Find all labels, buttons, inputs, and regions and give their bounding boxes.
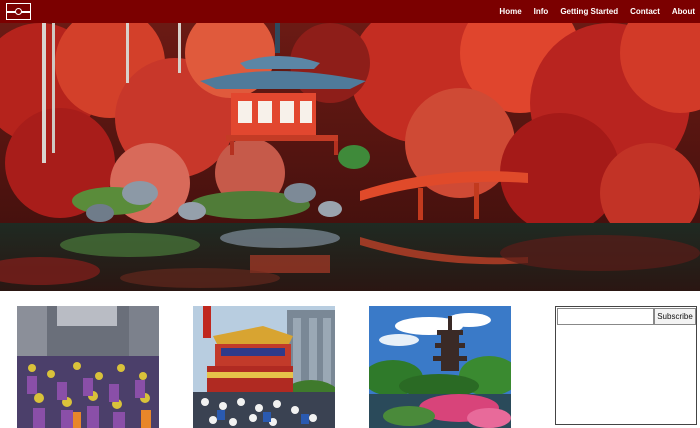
gallery-thumb-pagoda[interactable] xyxy=(369,306,511,428)
nav-about[interactable]: About xyxy=(666,7,700,16)
flag-logo-icon[interactable] xyxy=(6,3,31,20)
gallery-thumb-float[interactable] xyxy=(193,306,335,428)
pagoda-garden-photo xyxy=(369,306,511,428)
subscribe-button[interactable]: Subscribe xyxy=(654,308,696,325)
nav-info[interactable]: Info xyxy=(528,7,555,16)
subscribe-widget: Subscribe xyxy=(555,306,697,425)
hero-carousel xyxy=(0,23,700,291)
gallery-thumb-parade[interactable] xyxy=(17,306,159,428)
festival-float-photo xyxy=(193,306,335,428)
festival-parade-photo xyxy=(17,306,159,428)
subscribe-email-input[interactable] xyxy=(557,308,654,325)
top-navbar: Home Info Getting Started Contact About xyxy=(0,0,700,23)
nav-contact[interactable]: Contact xyxy=(624,7,666,16)
nav-home[interactable]: Home xyxy=(493,7,527,16)
main-nav: Home Info Getting Started Contact About xyxy=(493,0,700,23)
hero-image-temple-garden xyxy=(0,23,700,291)
nav-getting-started[interactable]: Getting Started xyxy=(554,7,624,16)
